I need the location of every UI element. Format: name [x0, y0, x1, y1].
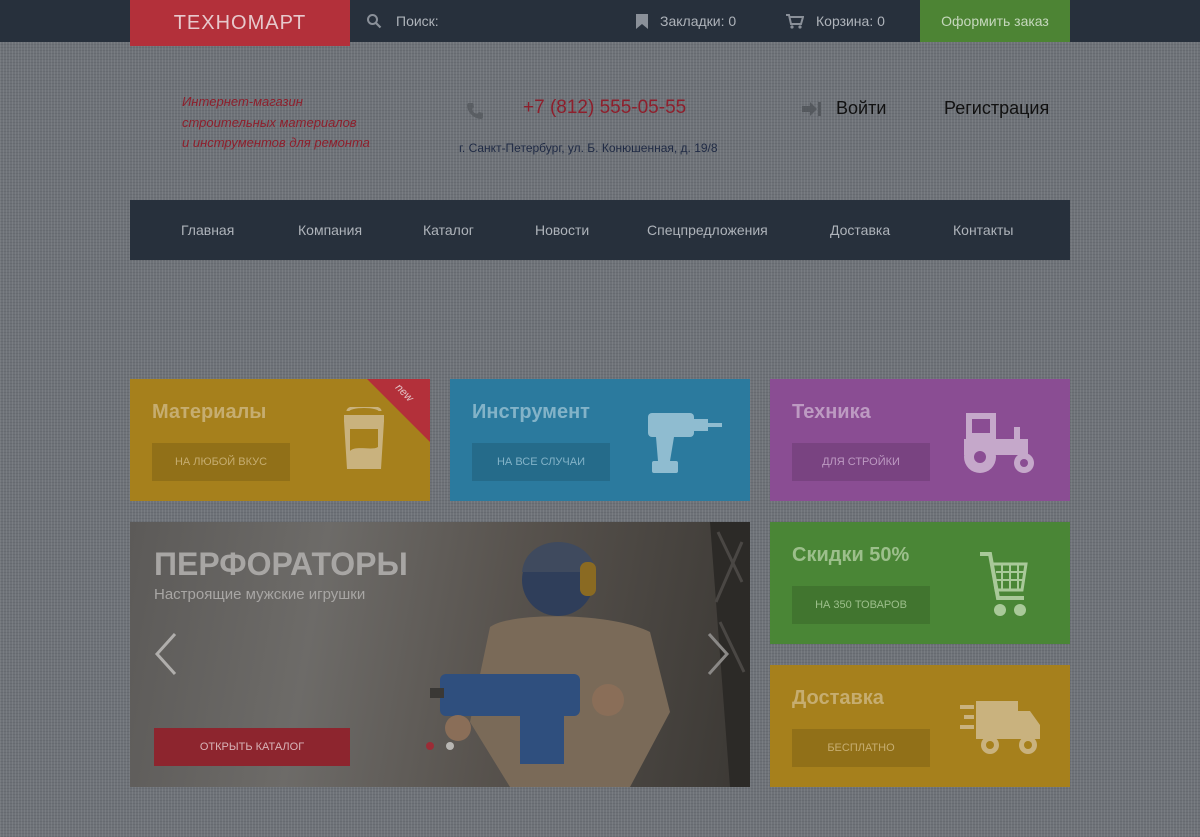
open-catalog-button[interactable]: Открыть каталог [154, 728, 350, 766]
search-label: Поиск: [396, 13, 439, 29]
store-tagline: Интернет-магазин строительных материалов… [182, 92, 422, 154]
nav-item-delivery[interactable]: Доставка [830, 200, 890, 260]
register-link[interactable]: Регистрация [944, 98, 1049, 119]
bookmarks-link[interactable]: Закладки: 0 [636, 0, 736, 42]
nav-item-contacts[interactable]: Контакты [953, 200, 1013, 260]
phone-icon [467, 103, 483, 119]
nav-item-catalog[interactable]: Каталог [423, 200, 474, 260]
bookmark-icon [636, 13, 648, 29]
bookmarks-label: Закладки: 0 [660, 13, 737, 29]
tile-title: Инструмент [472, 401, 590, 423]
tile-title: Доставка [792, 687, 884, 709]
slider-subtitle: Настроящие мужские игрушки [154, 586, 366, 603]
tile-title: Скидки 50% [792, 544, 910, 566]
cart-link[interactable]: Корзина: 0 [786, 0, 885, 42]
construction-worker-image [430, 522, 750, 787]
delivery-truck-icon [960, 701, 1040, 754]
nav-item-news[interactable]: Новости [535, 200, 589, 260]
chevron-left-icon[interactable] [154, 632, 178, 676]
nav-item-special-offers[interactable]: Спецпредложения [647, 200, 768, 260]
category-tile-tools[interactable]: Инструмент на все случаи [450, 379, 750, 501]
cart-label: Корзина: 0 [816, 13, 885, 29]
login-icon [802, 101, 821, 116]
tile-button[interactable]: на все случаи [472, 443, 610, 481]
search-field[interactable]: Поиск: [366, 0, 439, 42]
tile-button[interactable]: бесплатно [792, 729, 930, 767]
checkout-button[interactable]: Оформить заказ [920, 0, 1070, 42]
site-logo[interactable]: ТЕХНОМАРТ [130, 0, 350, 46]
tile-button[interactable]: на 350 товаров [792, 586, 930, 624]
login-link[interactable]: Войти [802, 98, 886, 119]
nav-item-company[interactable]: Компания [298, 200, 362, 260]
drill-icon [648, 413, 722, 473]
search-icon [367, 14, 382, 29]
shopping-cart-icon [980, 552, 1028, 616]
cart-icon [786, 13, 804, 29]
tagline-line: и инструментов для ремонта [182, 135, 370, 150]
promo-slider: ПЕРФОРАТОРЫ Настроящие мужские игрушки О… [130, 522, 750, 787]
slider-dot[interactable] [446, 742, 454, 750]
login-label: Войти [836, 98, 887, 118]
tile-title: Материалы [152, 401, 267, 423]
phone-number[interactable]: +7 (812) 555-05-55 [523, 97, 686, 119]
tile-title: Техника [792, 401, 871, 423]
tile-button[interactable]: на любой вкус [152, 443, 290, 481]
promo-tile-delivery[interactable]: Доставка бесплатно [770, 665, 1070, 787]
tagline-line: строительных материалов [182, 114, 357, 130]
category-tile-materials[interactable]: new Материалы на любой вкус [130, 379, 430, 501]
tractor-icon [964, 413, 1034, 473]
category-tile-machinery[interactable]: Техника для стройки [770, 379, 1070, 501]
chevron-right-icon[interactable] [706, 632, 730, 676]
promo-tile-discounts[interactable]: Скидки 50% на 350 товаров [770, 522, 1070, 644]
paint-bucket-icon [344, 407, 384, 469]
slider-title: ПЕРФОРАТОРЫ [154, 546, 408, 582]
tile-button[interactable]: для стройки [792, 443, 930, 481]
store-address: г. Санкт-Петербург, ул. Б. Конюшенная, д… [459, 141, 718, 155]
main-nav: Главная Компания Каталог Новости Спецпре… [130, 200, 1070, 260]
nav-item-home[interactable]: Главная [181, 200, 234, 260]
slider-dot-active[interactable] [426, 742, 434, 750]
tagline-line: Интернет-магазин [182, 94, 303, 109]
